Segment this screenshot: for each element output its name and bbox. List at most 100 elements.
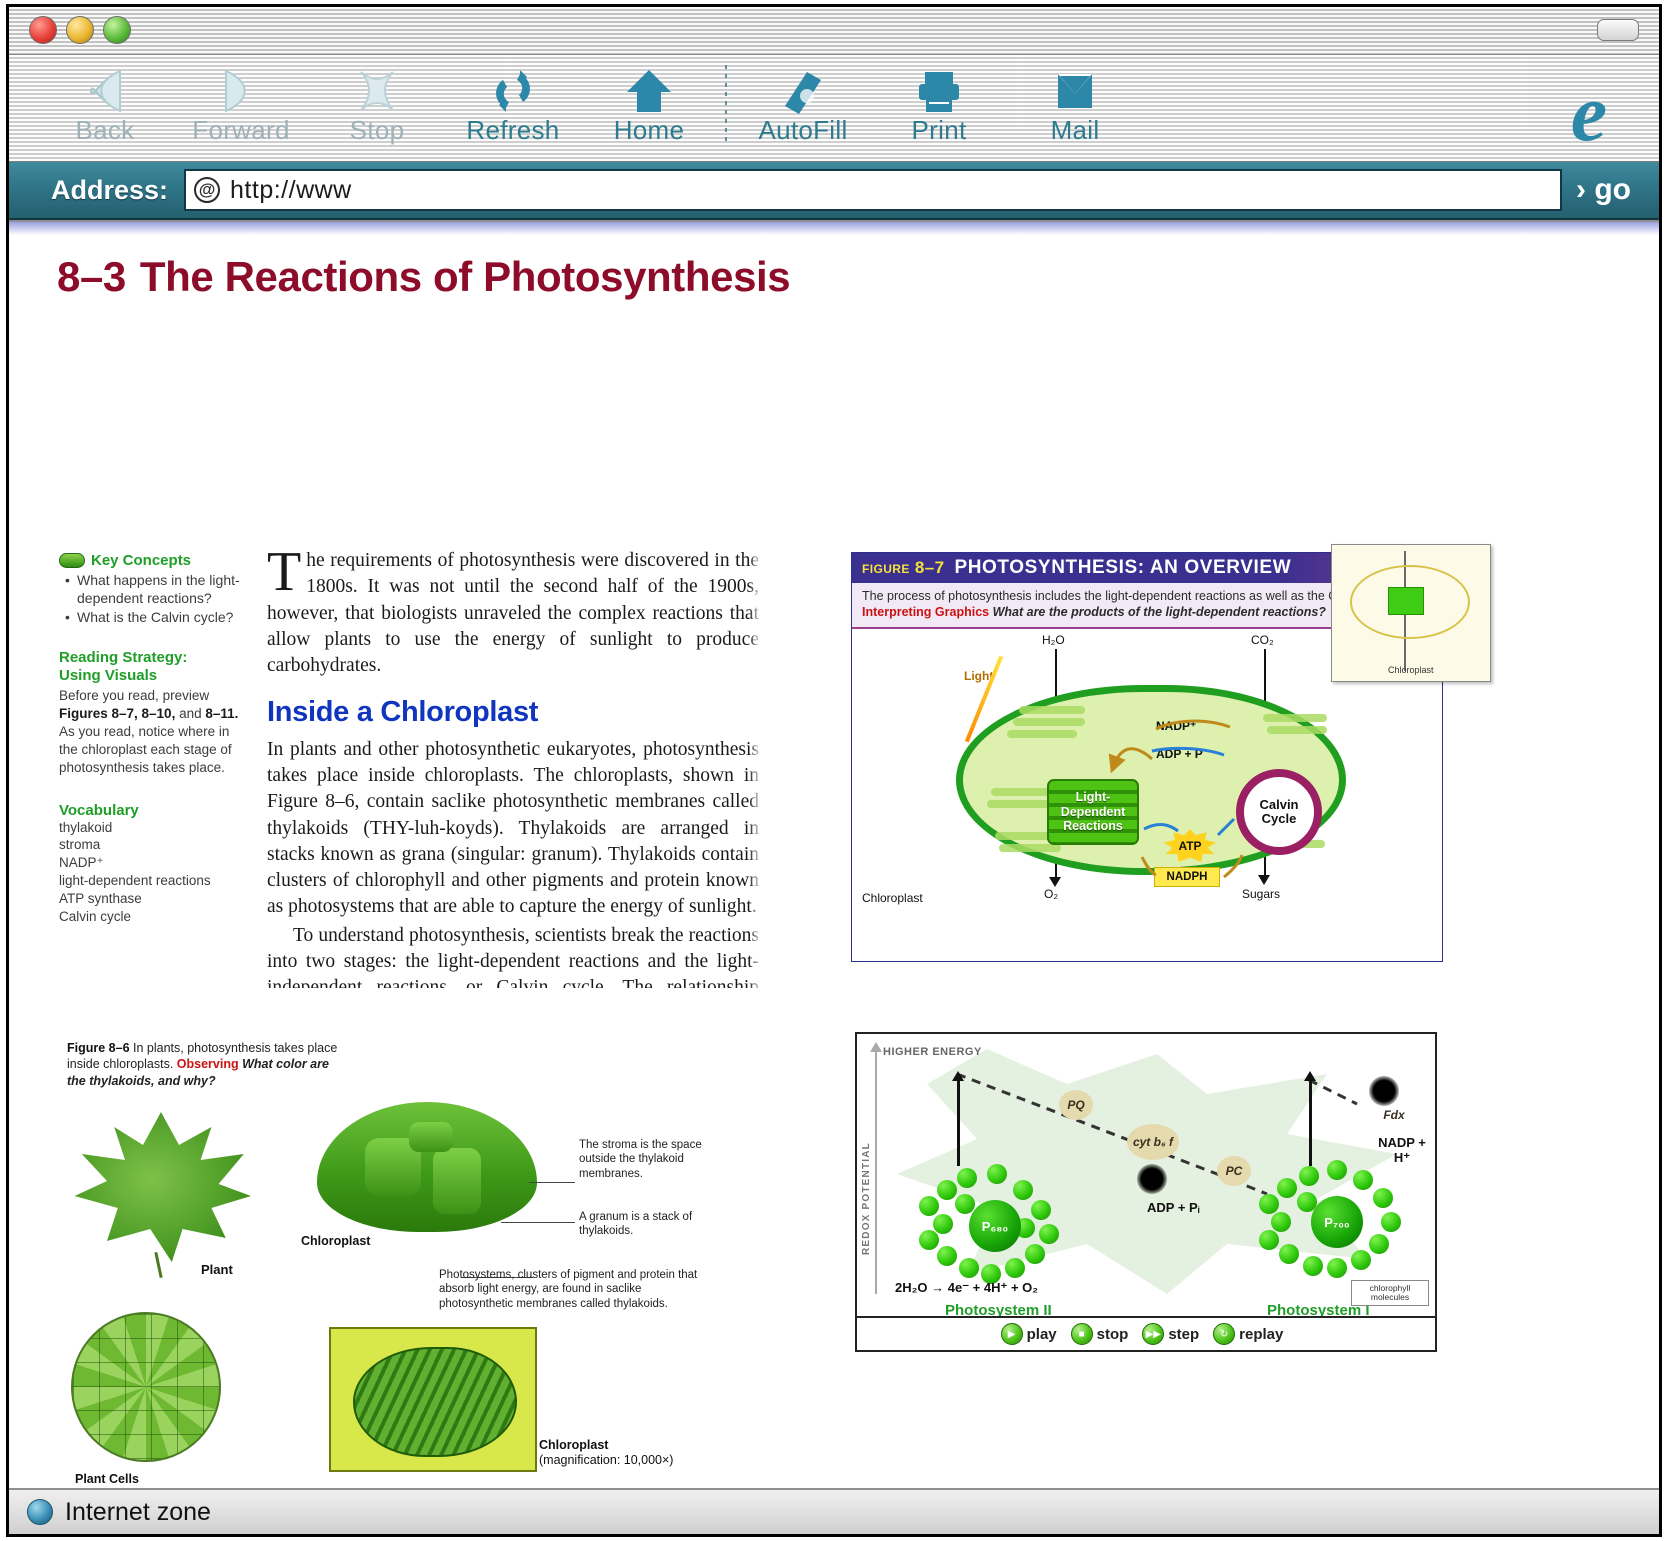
replay-icon: ↻ bbox=[1213, 1323, 1236, 1345]
title-bar bbox=[9, 7, 1659, 55]
photosystem-i-cluster: P₇₀₀ bbox=[1257, 1158, 1407, 1278]
nadp-label: NADP + H⁺ bbox=[1378, 1135, 1426, 1165]
status-zone-label: Internet zone bbox=[65, 1497, 211, 1526]
pigment-molecule bbox=[1373, 1188, 1393, 1208]
reaction-center-p680: P₆₈₀ bbox=[969, 1200, 1021, 1252]
stop-control[interactable]: ■ stop bbox=[1070, 1323, 1137, 1345]
pigment-molecule bbox=[1031, 1200, 1051, 1220]
refresh-button[interactable]: Refresh bbox=[445, 55, 581, 146]
step-control[interactable]: ▶▶ step bbox=[1142, 1323, 1207, 1345]
home-label: Home bbox=[613, 115, 685, 145]
forward-button[interactable]: Forward bbox=[173, 55, 309, 146]
at-sign-icon: @ bbox=[194, 177, 221, 203]
figure-8-7-title: PHOTOSYNTHESIS: AN OVERVIEW bbox=[954, 557, 1292, 578]
globe-icon bbox=[27, 1499, 53, 1525]
rs-mid: and bbox=[175, 705, 206, 721]
callout-granum: A granum is a stack of thylakoids. bbox=[579, 1211, 693, 1238]
vocabulary-term: stroma bbox=[59, 837, 101, 853]
vocabulary-list: thylakoid stroma NADP⁺ light-dependent r… bbox=[59, 819, 249, 926]
pigment-molecule bbox=[987, 1164, 1007, 1184]
forward-arrow-icon bbox=[173, 63, 309, 119]
pigment-molecule bbox=[1327, 1160, 1347, 1180]
pigment-molecule bbox=[933, 1214, 953, 1234]
photosystem-ii-cluster: P₆₈₀ bbox=[917, 1162, 1067, 1284]
vocabulary-title: Vocabulary bbox=[59, 801, 139, 819]
chlorophyll-molecules-note: chlorophyll molecules bbox=[1351, 1280, 1429, 1306]
chloroplast-3d-illustration bbox=[317, 1102, 537, 1232]
study-sidebar: Key Concepts What happens in the light-d… bbox=[59, 552, 249, 925]
label-plant: Plant bbox=[201, 1262, 233, 1277]
key-concept-item: What is the Calvin cycle? bbox=[65, 609, 249, 627]
rs-figures: Figures 8–7, 8–10, bbox=[59, 705, 176, 721]
figure-8-6-caption: Figure 8–6 In plants, photosynthesis tak… bbox=[67, 1040, 339, 1089]
go-button[interactable]: › go bbox=[1562, 173, 1651, 207]
pigment-molecule bbox=[1039, 1224, 1059, 1244]
plant-cells-micrograph bbox=[71, 1312, 221, 1462]
lead-paragraph: The requirements of photosynthesis were … bbox=[267, 548, 759, 677]
figure-8-6-tag: Figure 8–6 bbox=[67, 1041, 130, 1055]
address-input[interactable]: @ http://www bbox=[184, 169, 1563, 211]
pigment-molecule bbox=[1005, 1258, 1025, 1278]
photon-arrow-psii bbox=[952, 1071, 964, 1166]
back-label: Back bbox=[75, 115, 135, 145]
step-label: step bbox=[1168, 1325, 1200, 1343]
mail-label: Mail bbox=[1050, 115, 1100, 145]
reaction-center-p700: P₇₀₀ bbox=[1311, 1196, 1363, 1248]
pigment-molecule bbox=[957, 1168, 977, 1188]
chloroplast-thumbnail-inset[interactable]: Chloroplast bbox=[1331, 544, 1491, 682]
pigment-molecule bbox=[1259, 1194, 1279, 1214]
play-label: play bbox=[1026, 1325, 1057, 1343]
close-button[interactable] bbox=[29, 16, 57, 44]
autofill-button[interactable]: AutoFill bbox=[735, 55, 871, 146]
plant-cells-magnification: (magnification: 500×) bbox=[75, 1487, 192, 1488]
section-title: The Reactions of Photosynthesis bbox=[139, 253, 791, 300]
pigment-molecule bbox=[1013, 1180, 1033, 1200]
home-button[interactable]: Home bbox=[581, 55, 717, 146]
collapse-button[interactable] bbox=[1597, 19, 1639, 41]
minimize-button[interactable] bbox=[66, 16, 94, 44]
vocabulary-term: light-dependent reactions bbox=[59, 873, 211, 889]
callout-line bbox=[501, 1222, 575, 1223]
section-number: 8–3 bbox=[57, 253, 126, 300]
pigment-molecule bbox=[937, 1180, 957, 1200]
pigment-molecule bbox=[1279, 1244, 1299, 1264]
print-label: Print bbox=[911, 115, 967, 145]
caption-text: The process of photosynthesis includes t… bbox=[862, 589, 1399, 603]
pigment-molecule bbox=[1025, 1244, 1045, 1264]
leaf-stem bbox=[154, 1251, 163, 1279]
play-control[interactable]: ▶ play bbox=[1000, 1323, 1065, 1345]
pigment-molecule bbox=[1271, 1212, 1291, 1232]
replay-control[interactable]: ↻ replay bbox=[1213, 1323, 1291, 1345]
pigment-molecule bbox=[1369, 1234, 1389, 1254]
zoom-button[interactable] bbox=[103, 16, 131, 44]
vocabulary-term: NADP⁺ bbox=[59, 855, 104, 871]
figure-word: FIGURE bbox=[862, 562, 910, 576]
back-button[interactable]: Back bbox=[37, 55, 173, 146]
photosystem-figure-panel: HIGHER ENERGY REDOX POTENTIAL PQ cyt b₆ … bbox=[855, 1032, 1437, 1352]
chloroplast-micrograph-body bbox=[353, 1347, 517, 1457]
go-label: go bbox=[1594, 173, 1631, 206]
pigment-molecule bbox=[1327, 1258, 1347, 1278]
rs-pre: Before you read, preview bbox=[59, 687, 210, 703]
callout-line bbox=[529, 1182, 575, 1183]
replay-label: replay bbox=[1239, 1325, 1284, 1343]
article-subheading: Inside a Chloroplast bbox=[267, 695, 539, 728]
rs-figures2: 8–11. bbox=[205, 705, 239, 721]
animation-controls: ▶ play ■ stop ▶▶ step ↻ replay bbox=[857, 1316, 1435, 1350]
energy-release-dot bbox=[1369, 1076, 1399, 1106]
stop-icon: ■ bbox=[1070, 1323, 1093, 1345]
status-bar: Internet zone bbox=[9, 1488, 1659, 1534]
mail-button[interactable]: Mail bbox=[1007, 55, 1143, 146]
toolbar-separator bbox=[725, 65, 727, 141]
autofill-pencil-icon bbox=[735, 63, 871, 119]
stop-button[interactable]: Stop bbox=[309, 55, 445, 146]
pigment-molecule bbox=[1299, 1166, 1319, 1186]
chloroplast-micrograph bbox=[329, 1327, 537, 1472]
stop-x-icon bbox=[309, 63, 445, 119]
key-concepts-bullet-icon bbox=[59, 553, 85, 568]
caption-question: What are the products of the light-depen… bbox=[992, 605, 1326, 619]
page-title: 8–3 The Reactions of Photosynthesis bbox=[57, 253, 1659, 301]
label-chloroplast-illustration: Chloroplast bbox=[301, 1234, 371, 1248]
pigment-molecule bbox=[1259, 1230, 1279, 1250]
print-button[interactable]: Print bbox=[871, 55, 1007, 146]
